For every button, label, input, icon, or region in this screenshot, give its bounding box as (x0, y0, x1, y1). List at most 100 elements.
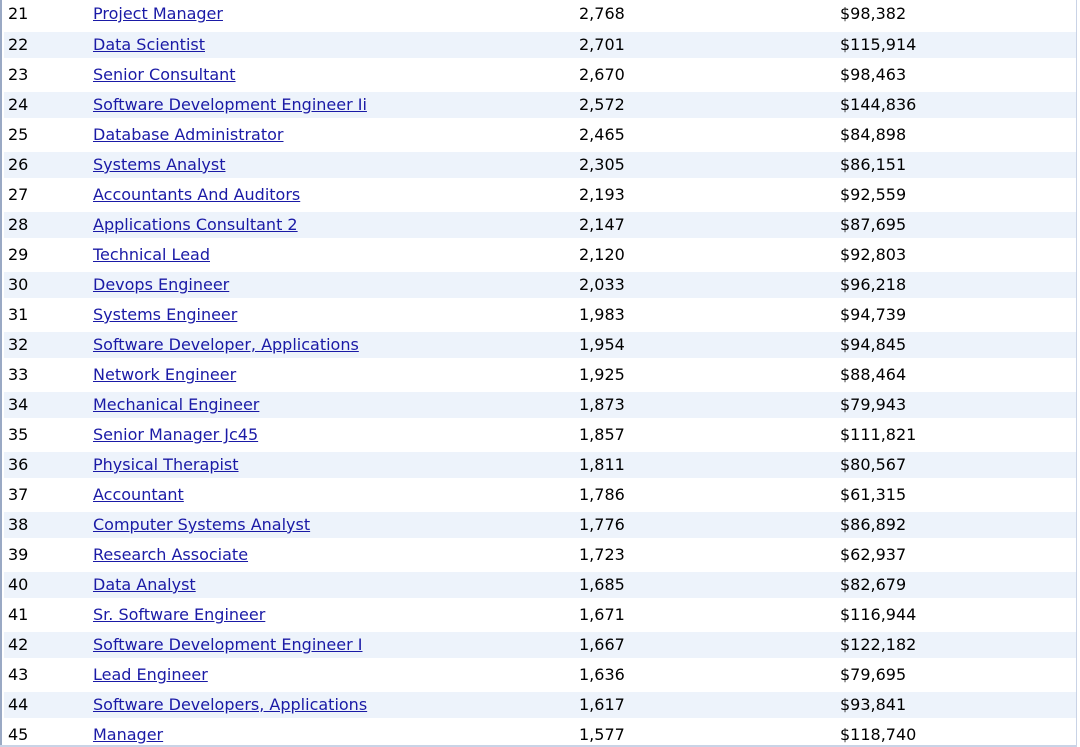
count-cell: 2,033 (575, 270, 836, 300)
rank-cell: 29 (4, 240, 89, 270)
job-title-link[interactable]: Software Development Engineer Ii (93, 95, 367, 114)
salary-cell: $92,559 (836, 180, 1076, 210)
table-row: 41 Sr. Software Engineer 1,671 $116,944 (4, 600, 1076, 630)
rank-cell: 37 (4, 480, 89, 510)
rank-cell: 45 (4, 720, 89, 747)
count-cell: 1,671 (575, 600, 836, 630)
rank-cell: 26 (4, 150, 89, 180)
table-row: 25 Database Administrator 2,465 $84,898 (4, 120, 1076, 150)
job-title-cell: Computer Systems Analyst (89, 510, 575, 540)
salary-cell: $115,914 (836, 30, 1076, 60)
salary-cell: $62,937 (836, 540, 1076, 570)
job-title-link[interactable]: Systems Engineer (93, 305, 237, 324)
job-titles-table: 21 Project Manager 2,768 $98,382 22 Data Scie… (4, 0, 1076, 747)
table-row: 32 Software Developer, Applications 1,954 $… (4, 330, 1076, 360)
rank-cell: 23 (4, 60, 89, 90)
rank-cell: 36 (4, 450, 89, 480)
salary-cell: $79,943 (836, 390, 1076, 420)
job-title-cell: Systems Analyst (89, 150, 575, 180)
job-title-link[interactable]: Accountant (93, 485, 184, 504)
job-title-link[interactable]: Manager (93, 725, 163, 744)
job-title-link[interactable]: Network Engineer (93, 365, 236, 384)
count-cell: 1,925 (575, 360, 836, 390)
job-title-cell: Database Administrator (89, 120, 575, 150)
job-title-link[interactable]: Senior Consultant (93, 65, 236, 84)
rank-cell: 31 (4, 300, 89, 330)
rank-cell: 27 (4, 180, 89, 210)
salary-cell: $80,567 (836, 450, 1076, 480)
table-row: 21 Project Manager 2,768 $98,382 (4, 0, 1076, 30)
count-cell: 2,120 (575, 240, 836, 270)
job-title-cell: Mechanical Engineer (89, 390, 575, 420)
job-title-cell: Systems Engineer (89, 300, 575, 330)
count-cell: 1,685 (575, 570, 836, 600)
job-title-cell: Sr. Software Engineer (89, 600, 575, 630)
salary-cell: $118,740 (836, 720, 1076, 747)
job-title-link[interactable]: Systems Analyst (93, 155, 226, 174)
salary-cell: $111,821 (836, 420, 1076, 450)
job-title-link[interactable]: Physical Therapist (93, 455, 239, 474)
rank-cell: 33 (4, 360, 89, 390)
job-title-cell: Software Developers, Applications (89, 690, 575, 720)
job-title-link[interactable]: Devops Engineer (93, 275, 229, 294)
job-title-link[interactable]: Computer Systems Analyst (93, 515, 310, 534)
job-title-cell: Project Manager (89, 0, 575, 30)
job-title-link[interactable]: Data Scientist (93, 35, 205, 54)
job-title-link[interactable]: Accountants And Auditors (93, 185, 300, 204)
job-title-link[interactable]: Software Developer, Applications (93, 335, 359, 354)
job-title-link[interactable]: Technical Lead (93, 245, 210, 264)
job-title-cell: Software Development Engineer I (89, 630, 575, 660)
table-row: 42 Software Development Engineer I 1,667 $1… (4, 630, 1076, 660)
job-title-link[interactable]: Mechanical Engineer (93, 395, 259, 414)
job-title-link[interactable]: Data Analyst (93, 575, 196, 594)
rank-cell: 40 (4, 570, 89, 600)
salary-cell: $88,464 (836, 360, 1076, 390)
job-title-cell: Manager (89, 720, 575, 747)
rank-cell: 44 (4, 690, 89, 720)
salary-cell: $94,845 (836, 330, 1076, 360)
job-title-link[interactable]: Applications Consultant 2 (93, 215, 298, 234)
rank-cell: 41 (4, 600, 89, 630)
job-title-link[interactable]: Project Manager (93, 4, 223, 23)
count-cell: 2,147 (575, 210, 836, 240)
table-row: 39 Research Associate 1,723 $62,937 (4, 540, 1076, 570)
salary-cell: $86,151 (836, 150, 1076, 180)
salary-cell: $92,803 (836, 240, 1076, 270)
rank-cell: 34 (4, 390, 89, 420)
salary-cell: $93,841 (836, 690, 1076, 720)
table-row: 23 Senior Consultant 2,670 $98,463 (4, 60, 1076, 90)
salary-cell: $98,382 (836, 0, 1076, 30)
count-cell: 1,954 (575, 330, 836, 360)
salary-cell: $84,898 (836, 120, 1076, 150)
count-cell: 2,768 (575, 0, 836, 30)
job-title-link[interactable]: Sr. Software Engineer (93, 605, 265, 624)
table-row: 29 Technical Lead 2,120 $92,803 (4, 240, 1076, 270)
job-title-cell: Physical Therapist (89, 450, 575, 480)
job-title-link[interactable]: Database Administrator (93, 125, 284, 144)
count-cell: 2,701 (575, 30, 836, 60)
job-title-link[interactable]: Software Development Engineer I (93, 635, 362, 654)
salary-cell: $86,892 (836, 510, 1076, 540)
count-cell: 1,723 (575, 540, 836, 570)
job-title-link[interactable]: Software Developers, Applications (93, 695, 367, 714)
table-row: 36 Physical Therapist 1,811 $80,567 (4, 450, 1076, 480)
job-title-cell: Devops Engineer (89, 270, 575, 300)
job-title-link[interactable]: Research Associate (93, 545, 248, 564)
table-body: 21 Project Manager 2,768 $98,382 22 Data Scie… (4, 0, 1076, 747)
table-container: 21 Project Manager 2,768 $98,382 22 Data Scie… (0, 0, 1077, 747)
job-title-link[interactable]: Lead Engineer (93, 665, 208, 684)
table-row: 31 Systems Engineer 1,983 $94,739 (4, 300, 1076, 330)
table-row: 43 Lead Engineer 1,636 $79,695 (4, 660, 1076, 690)
rank-cell: 32 (4, 330, 89, 360)
salary-cell: $61,315 (836, 480, 1076, 510)
job-title-link[interactable]: Senior Manager Jc45 (93, 425, 258, 444)
count-cell: 2,465 (575, 120, 836, 150)
table-row: 35 Senior Manager Jc45 1,857 $111,821 (4, 420, 1076, 450)
count-cell: 2,305 (575, 150, 836, 180)
table-row: 27 Accountants And Auditors 2,193 $92,559 (4, 180, 1076, 210)
job-title-cell: Research Associate (89, 540, 575, 570)
table-row: 30 Devops Engineer 2,033 $96,218 (4, 270, 1076, 300)
count-cell: 1,786 (575, 480, 836, 510)
rank-cell: 21 (4, 0, 89, 30)
job-title-cell: Accountant (89, 480, 575, 510)
